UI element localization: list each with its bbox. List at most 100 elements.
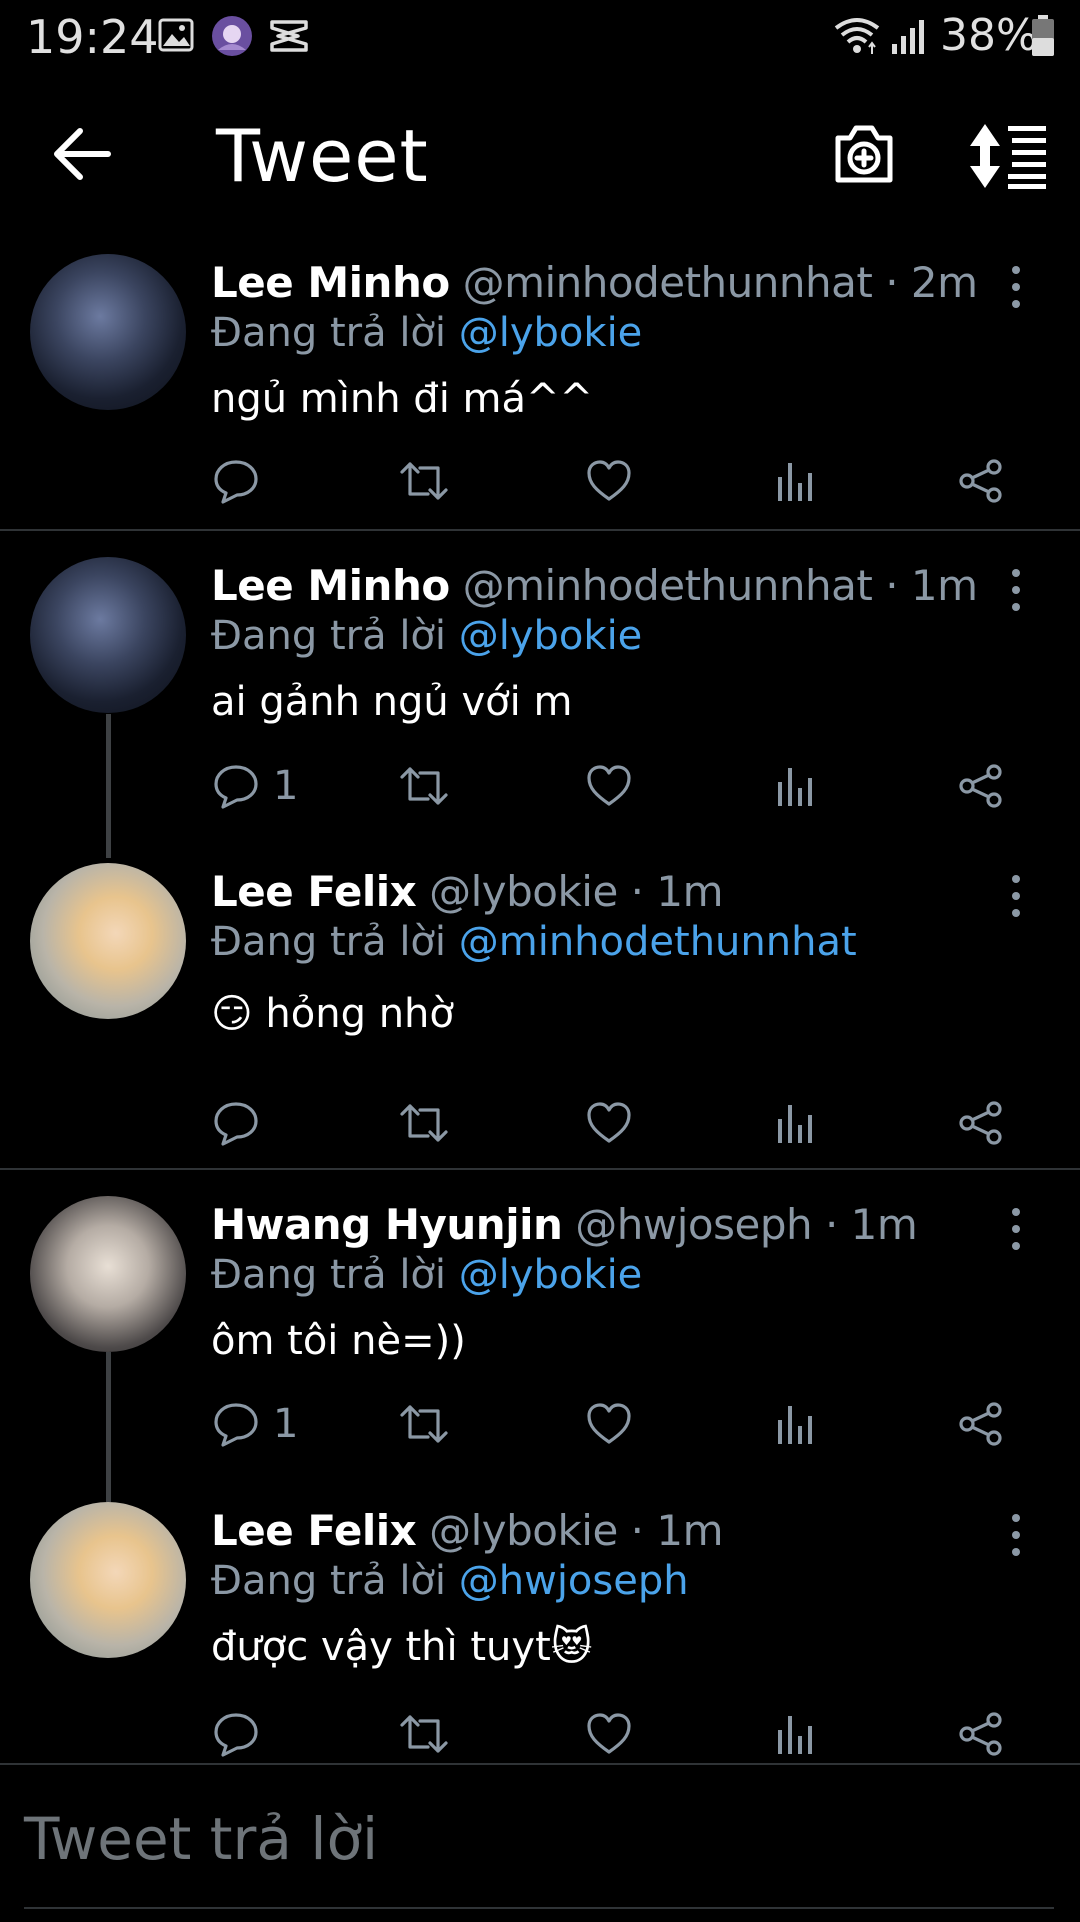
share-button[interactable] <box>958 1394 1004 1454</box>
more-options-icon[interactable] <box>1002 262 1030 312</box>
input-underline <box>24 1907 1054 1909</box>
retweet-button[interactable] <box>398 1394 450 1454</box>
tweet[interactable]: Lee Felix @lybokie · 1m Đang trả lời @hw… <box>0 1496 1080 1761</box>
share-button[interactable] <box>958 1093 1004 1153</box>
reply-input[interactable]: Tweet trả lời <box>24 1805 378 1873</box>
tweet-author-handle: @hwjoseph <box>575 1200 813 1249</box>
sort-icon[interactable] <box>968 122 1048 190</box>
replying-to-label: Đang trả lời <box>211 1252 447 1298</box>
reply-button[interactable]: 1 <box>213 756 298 816</box>
replying-to-label: Đang trả lời <box>211 1558 447 1604</box>
tweet-author-name[interactable]: Lee Felix <box>211 867 417 916</box>
share-icon <box>959 1101 1002 1145</box>
analytics-button[interactable] <box>776 756 816 816</box>
tweet-author-name[interactable]: Lee Felix <box>211 1506 417 1555</box>
like-button[interactable] <box>586 451 632 511</box>
tweet-author-handle: @lybokie <box>429 1506 618 1555</box>
reply-button[interactable] <box>213 1093 273 1153</box>
reply-icon <box>214 1403 258 1447</box>
tweet[interactable]: Lee Minho @minhodethunnhat · 1m Đang trả… <box>0 551 1080 841</box>
heart-icon <box>587 1713 631 1754</box>
reply-to-mention[interactable]: @lybokie <box>459 1252 643 1298</box>
avatar[interactable] <box>30 557 186 713</box>
heart-icon <box>587 1102 631 1143</box>
analytics-icon <box>778 1406 812 1444</box>
reply-button[interactable]: 1 <box>213 1394 298 1454</box>
reply-count: 1 <box>273 1401 299 1447</box>
tweet-author-name[interactable]: Lee Minho <box>211 561 450 610</box>
analytics-icon <box>778 1105 812 1143</box>
avatar[interactable] <box>30 1196 186 1352</box>
share-icon <box>959 459 1002 503</box>
status-bar: 19:24 38% <box>0 0 1080 72</box>
page-title: Tweet <box>216 114 429 198</box>
share-icon <box>959 1402 1002 1446</box>
share-button[interactable] <box>958 451 1004 511</box>
retweet-button[interactable] <box>398 1093 450 1153</box>
analytics-button[interactable] <box>776 1704 816 1764</box>
app-avatar-icon <box>210 14 254 63</box>
more-options-icon[interactable] <box>1002 1510 1030 1560</box>
avatar[interactable] <box>30 1502 186 1658</box>
tweet-author-name[interactable]: Lee Minho <box>211 258 450 307</box>
tweet-time: · 1m <box>885 561 978 610</box>
tweet[interactable]: Lee Minho @minhodethunnhat · 2m Đang trả… <box>0 248 1080 528</box>
back-arrow-icon[interactable] <box>52 126 112 182</box>
heart-icon <box>587 765 631 806</box>
avatar[interactable] <box>30 254 186 410</box>
tweet-time: · 2m <box>885 258 978 307</box>
battery-percentage: 38% <box>940 10 1038 61</box>
tweet[interactable]: Lee Felix @lybokie · 1m Đang trả lời @mi… <box>0 857 1080 1157</box>
divider <box>0 1168 1080 1170</box>
share-button[interactable] <box>958 756 1004 816</box>
tweet-actions <box>0 1704 1080 1764</box>
tweet-actions <box>0 451 1080 511</box>
like-button[interactable] <box>586 1704 632 1764</box>
tweet-actions: 1 <box>0 756 1080 816</box>
analytics-button[interactable] <box>776 1394 816 1454</box>
tweet-author-handle: @minhodethunnhat <box>462 561 873 610</box>
more-options-icon[interactable] <box>1002 871 1030 921</box>
tweet-text: 😏 hỏng nhờ <box>211 991 454 1037</box>
analytics-button[interactable] <box>776 1093 816 1153</box>
gallery-icon <box>158 18 194 57</box>
like-button[interactable] <box>586 1093 632 1153</box>
reply-button[interactable] <box>213 451 273 511</box>
reply-icon <box>214 765 258 809</box>
retweet-button[interactable] <box>398 451 450 511</box>
analytics-icon <box>778 1716 812 1754</box>
replying-to-label: Đang trả lời <box>211 310 447 356</box>
tweet-text: ôm tôi nè=)) <box>211 1318 466 1364</box>
reply-icon <box>214 1102 258 1146</box>
analytics-button[interactable] <box>776 451 816 511</box>
tweet-author-name[interactable]: Hwang Hyunjin <box>211 1200 563 1249</box>
analytics-icon <box>778 463 812 501</box>
battery-icon <box>1030 14 1056 63</box>
tweet-author-handle: @minhodethunnhat <box>462 258 873 307</box>
more-options-icon[interactable] <box>1002 565 1030 615</box>
retweet-icon <box>400 1405 448 1443</box>
more-options-icon[interactable] <box>1002 1204 1030 1254</box>
reply-to-mention[interactable]: @lybokie <box>459 613 643 659</box>
tweet[interactable]: Hwang Hyunjin @hwjoseph · 1m Đang trả lờ… <box>0 1190 1080 1480</box>
heart-icon <box>587 1403 631 1444</box>
like-button[interactable] <box>586 756 632 816</box>
share-button[interactable] <box>958 1704 1004 1764</box>
heart-icon <box>587 460 631 501</box>
retweet-icon <box>400 767 448 805</box>
retweet-icon <box>400 462 448 500</box>
like-button[interactable] <box>586 1394 632 1454</box>
retweet-button[interactable] <box>398 756 450 816</box>
reply-to-mention[interactable]: @lybokie <box>459 310 643 356</box>
reply-button[interactable] <box>213 1704 273 1764</box>
avatar[interactable] <box>30 863 186 1019</box>
tweet-actions: 1 <box>0 1394 1080 1454</box>
replying-to-label: Đang trả lời <box>211 919 447 965</box>
camera-plus-icon[interactable] <box>832 122 896 186</box>
divider <box>0 529 1080 531</box>
retweet-icon <box>400 1715 448 1753</box>
reply-to-mention[interactable]: @hwjoseph <box>459 1558 689 1604</box>
reply-to-mention[interactable]: @minhodethunnhat <box>459 919 857 965</box>
capcut-icon <box>268 18 310 59</box>
retweet-button[interactable] <box>398 1704 450 1764</box>
